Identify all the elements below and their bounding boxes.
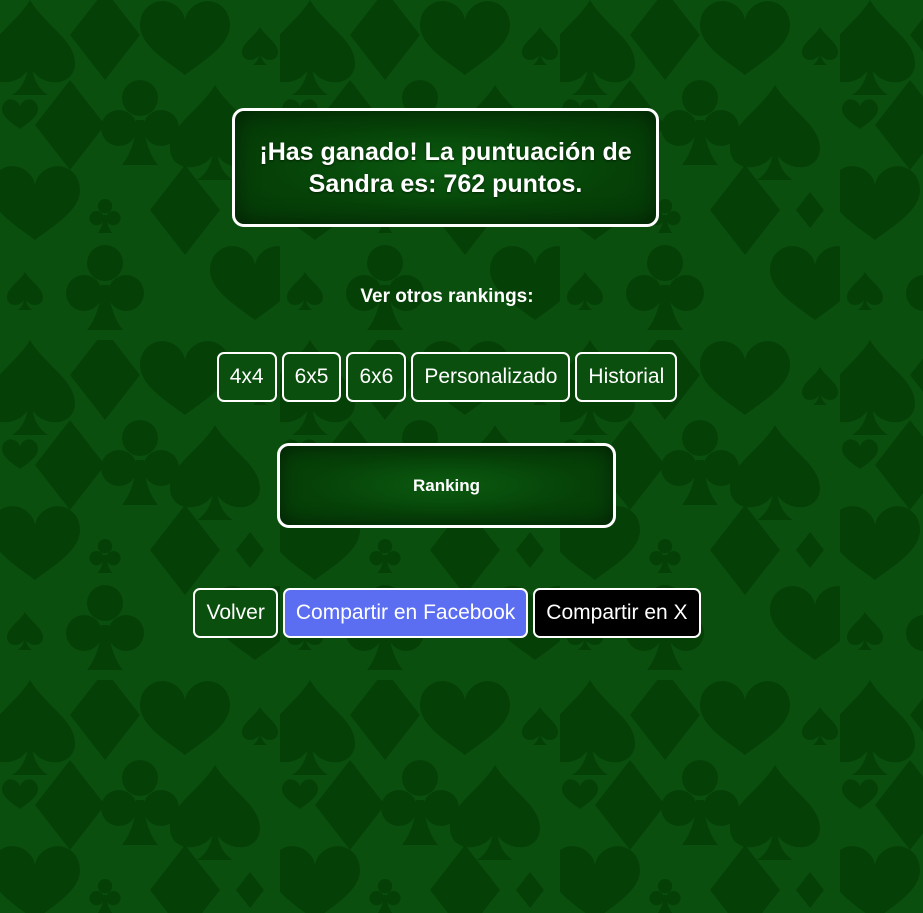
rankings-label: Ver otros rankings: (360, 286, 534, 307)
back-button[interactable]: Volver (193, 588, 278, 638)
ranking-panel: Ranking (277, 443, 616, 528)
ranking-6x5-button[interactable]: 6x5 (281, 352, 342, 402)
ranking-title: Ranking (412, 475, 481, 495)
ranking-6x6-button[interactable]: 6x6 (346, 352, 407, 402)
share-facebook-button[interactable]: Compartir en Facebook (282, 588, 529, 638)
ranking-4x4-button[interactable]: 4x4 (216, 352, 277, 402)
action-buttons: Volver Compartir en Facebook Compartir e… (0, 588, 894, 638)
win-message-box: ¡Has ganado! La puntuación de Sandra es:… (232, 108, 659, 227)
ranking-size-buttons: 4x4 6x5 6x6 Personalizado Historial (0, 352, 894, 402)
win-message: ¡Has ganado! La puntuación de Sandra es:… (259, 137, 632, 198)
ranking-custom-button[interactable]: Personalizado (411, 352, 571, 402)
share-x-button[interactable]: Compartir en X (533, 588, 701, 638)
history-button[interactable]: Historial (575, 352, 678, 402)
